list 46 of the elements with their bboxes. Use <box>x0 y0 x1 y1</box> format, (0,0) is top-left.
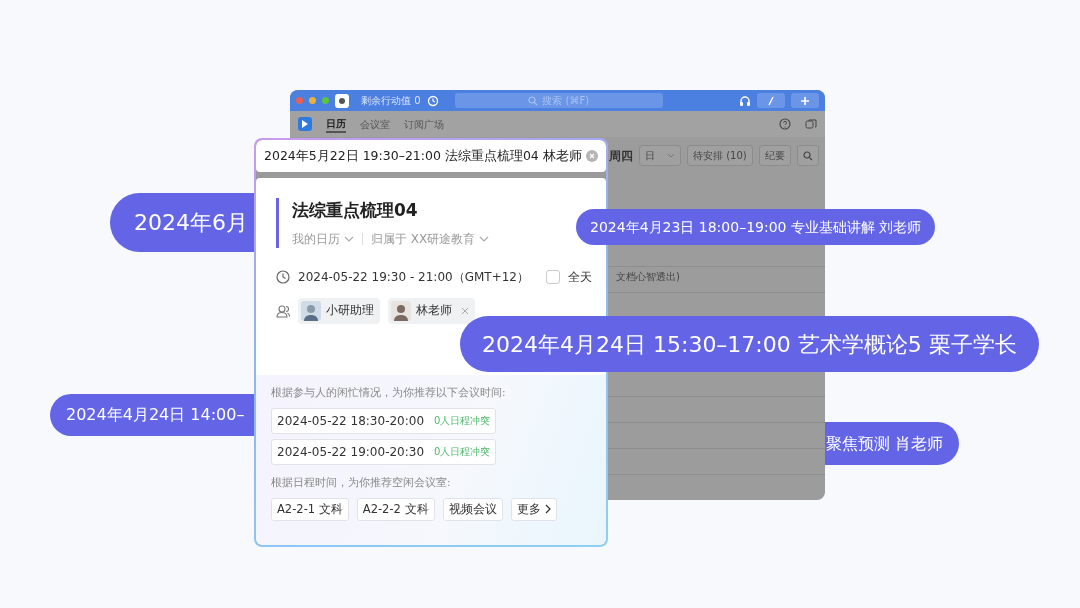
search-button[interactable] <box>796 145 819 166</box>
chevron-right-icon <box>544 504 551 515</box>
search-icon <box>528 95 539 106</box>
tab[interactable]: 日历 <box>326 115 346 133</box>
plus-icon <box>800 95 810 106</box>
clear-icon[interactable] <box>586 150 598 162</box>
avatar-icon <box>301 300 321 321</box>
clock-icon <box>276 269 290 284</box>
event-pill: 2024年4月24日 15:30–17:00 艺术学概论5 栗子学长 <box>460 316 1039 372</box>
people-icon <box>276 303 290 318</box>
hint-text: 根据日程时间，为你推荐空闲会议室: <box>271 474 452 490</box>
headset-icon[interactable] <box>739 94 751 107</box>
chevron-down-icon <box>667 152 675 159</box>
windows-icon[interactable] <box>805 118 817 130</box>
pending-button[interactable]: 待安排 (10) <box>687 145 753 166</box>
conflict-label: 0人日程冲突 <box>434 414 491 429</box>
more-button[interactable]: 更多 <box>510 497 557 521</box>
action-points: 剩余行动值 0 <box>361 94 421 108</box>
remove-icon[interactable] <box>461 306 469 315</box>
event-text: 文档心智透出) <box>616 271 680 282</box>
time-suggestion[interactable]: 2024-05-22 19:00-20:30 0人日程冲突 <box>271 438 497 465</box>
slash-icon <box>766 95 776 106</box>
add-button[interactable] <box>791 93 819 108</box>
attendee-chip[interactable]: 小研助理 <box>298 297 380 324</box>
app-logo-icon <box>335 93 349 108</box>
help-icon[interactable] <box>779 118 791 130</box>
edit-button[interactable] <box>757 93 785 108</box>
avatar-icon <box>391 300 411 321</box>
conflict-label: 0人日程冲突 <box>434 445 491 460</box>
search-icon <box>802 151 813 161</box>
chevron-down-icon[interactable] <box>344 235 354 242</box>
room-option-button[interactable]: A2-2-2 文科 <box>356 497 435 521</box>
app-logo-icon[interactable] <box>298 117 312 131</box>
room-option-button[interactable]: 视频会议 <box>442 497 503 521</box>
time-suggestion[interactable]: 2024-05-22 18:30-20:00 0人日程冲突 <box>271 407 497 434</box>
event-pill: 2024年4月23日 18:00–19:00 专业基础讲解 刘老师 <box>576 209 936 245</box>
room-option-button[interactable]: A2-2-1 文科 <box>271 497 349 521</box>
event-time[interactable]: 2024-05-22 19:30 - 21:00（GMT+12） <box>298 267 529 286</box>
attendee-chip[interactable]: 林老师 <box>388 297 475 324</box>
minutes-button[interactable]: 纪要 <box>758 145 791 166</box>
search-field[interactable]: 2024年5月22日 19:30–21:00 法综重点梳理04 林老师 <box>256 140 606 172</box>
chevron-down-icon[interactable] <box>479 235 490 242</box>
all-day-checkbox[interactable] <box>546 269 560 284</box>
view-dropdown[interactable]: 日 <box>639 145 681 166</box>
history-icon[interactable] <box>426 94 439 107</box>
all-day-label: 全天 <box>568 268 592 286</box>
